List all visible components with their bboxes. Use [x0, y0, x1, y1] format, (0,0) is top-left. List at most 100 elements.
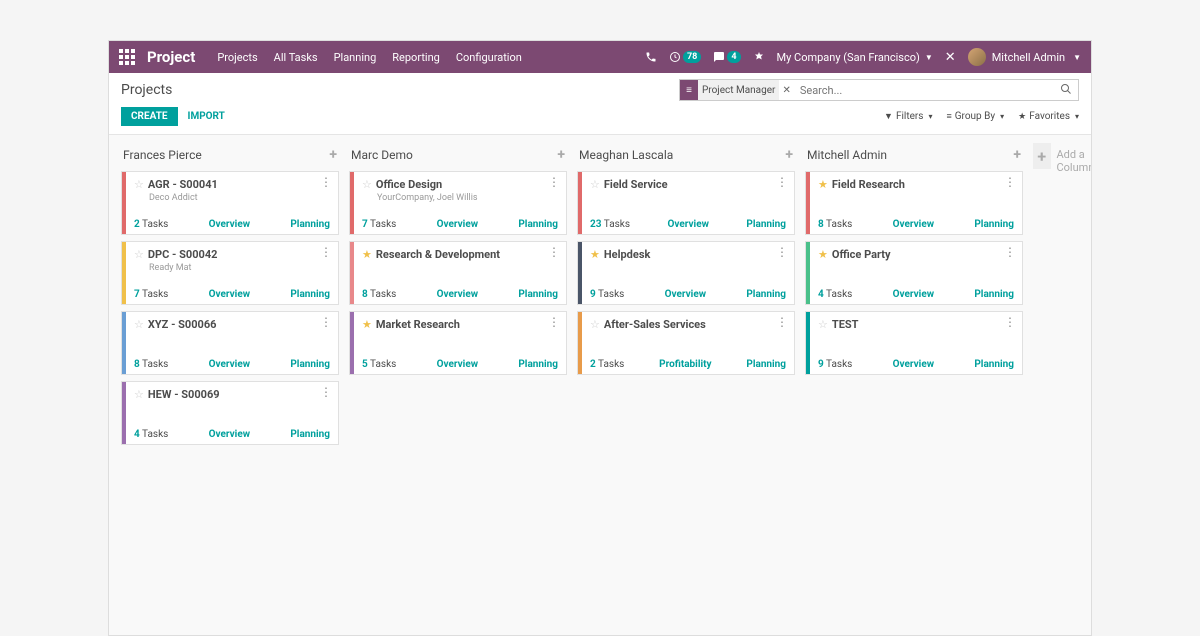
favorite-star[interactable]: ★ — [362, 248, 372, 261]
project-card[interactable]: ☆XYZ - S000668 TasksOverviewPlanning⋮ — [121, 311, 339, 375]
tasks-link[interactable]: 23 Tasks — [590, 219, 630, 230]
search-bar[interactable]: ≡ Project Manager ✕ — [679, 79, 1079, 101]
card-menu-icon[interactable]: ⋮ — [776, 176, 788, 188]
planning-link[interactable]: Planning — [974, 289, 1014, 300]
add-column-button[interactable]: + — [1033, 143, 1051, 169]
filters-dropdown[interactable]: ▼Filters▾ — [884, 111, 932, 122]
planning-link[interactable]: Planning — [518, 289, 558, 300]
card-menu-icon[interactable]: ⋮ — [776, 246, 788, 258]
phone-icon[interactable] — [645, 51, 657, 63]
nav-configuration[interactable]: Configuration — [456, 51, 522, 64]
planning-link[interactable]: Planning — [290, 289, 330, 300]
tasks-link[interactable]: 8 Tasks — [362, 289, 396, 300]
tasks-link[interactable]: 4 Tasks — [134, 429, 168, 440]
favorite-star[interactable]: ☆ — [590, 318, 600, 331]
overview-link[interactable]: Overview — [437, 359, 479, 370]
favorite-star[interactable]: ★ — [590, 248, 600, 261]
project-card[interactable]: ☆TEST9 TasksOverviewPlanning⋮ — [805, 311, 1023, 375]
tasks-link[interactable]: 9 Tasks — [590, 289, 624, 300]
messaging-icon[interactable]: 4 — [713, 51, 740, 63]
add-card-button[interactable]: + — [329, 147, 337, 163]
search-icon[interactable] — [1054, 83, 1078, 98]
favorite-star[interactable]: ☆ — [362, 178, 372, 191]
overview-link[interactable]: Overview — [437, 289, 479, 300]
card-menu-icon[interactable]: ⋮ — [320, 386, 332, 398]
planning-link[interactable]: Planning — [746, 219, 786, 230]
project-card[interactable]: ★Helpdesk9 TasksOverviewPlanning⋮ — [577, 241, 795, 305]
card-menu-icon[interactable]: ⋮ — [1004, 316, 1016, 328]
project-card[interactable]: ☆HEW - S000694 TasksOverviewPlanning⋮ — [121, 381, 339, 445]
filter-facet-remove[interactable]: ✕ — [779, 85, 793, 96]
project-card[interactable]: ☆Field Service23 TasksOverviewPlanning⋮ — [577, 171, 795, 235]
overview-link[interactable]: Overview — [667, 219, 709, 230]
apps-icon[interactable] — [119, 49, 135, 65]
tasks-link[interactable]: 5 Tasks — [362, 359, 396, 370]
overview-link[interactable]: Overview — [665, 289, 707, 300]
card-menu-icon[interactable]: ⋮ — [1004, 246, 1016, 258]
close-icon[interactable]: ✕ — [945, 50, 956, 65]
add-column-label[interactable]: Add a Column — [1057, 143, 1093, 174]
card-menu-icon[interactable]: ⋮ — [776, 316, 788, 328]
overview-link[interactable]: Overview — [893, 289, 935, 300]
project-card[interactable]: ☆AGR - S00041Deco Addict2 TasksOverviewP… — [121, 171, 339, 235]
project-card[interactable]: ☆DPC - S00042Ready Mat7 TasksOverviewPla… — [121, 241, 339, 305]
activity-icon[interactable]: 78 — [669, 51, 701, 63]
card-menu-icon[interactable]: ⋮ — [320, 246, 332, 258]
project-card[interactable]: ★Research & Development8 TasksOverviewPl… — [349, 241, 567, 305]
overview-link[interactable]: Overview — [209, 429, 251, 440]
user-menu[interactable]: Mitchell Admin ▼ — [968, 48, 1081, 66]
favorite-star[interactable]: ☆ — [590, 178, 600, 191]
add-card-button[interactable]: + — [557, 147, 565, 163]
planning-link[interactable]: Planning — [974, 219, 1014, 230]
nav-planning[interactable]: Planning — [334, 51, 377, 64]
tasks-link[interactable]: 2 Tasks — [134, 219, 168, 230]
groupby-dropdown[interactable]: ≡Group By▾ — [946, 111, 1004, 122]
favorite-star[interactable]: ★ — [818, 248, 828, 261]
planning-link[interactable]: Planning — [518, 219, 558, 230]
card-menu-icon[interactable]: ⋮ — [548, 246, 560, 258]
planning-link[interactable]: Planning — [746, 289, 786, 300]
favorite-star[interactable]: ☆ — [134, 248, 144, 261]
overview-link[interactable]: Overview — [437, 219, 479, 230]
favorite-star[interactable]: ☆ — [134, 178, 144, 191]
project-card[interactable]: ★Market Research5 TasksOverviewPlanning⋮ — [349, 311, 567, 375]
overview-link[interactable]: Overview — [893, 219, 935, 230]
favorite-star[interactable]: ☆ — [818, 318, 828, 331]
overview-link[interactable]: Overview — [209, 219, 251, 230]
add-card-button[interactable]: + — [1013, 147, 1021, 163]
favorite-star[interactable]: ☆ — [134, 318, 144, 331]
tasks-link[interactable]: 8 Tasks — [134, 359, 168, 370]
nav-reporting[interactable]: Reporting — [392, 51, 440, 64]
planning-link[interactable]: Planning — [290, 219, 330, 230]
favorite-star[interactable]: ★ — [818, 178, 828, 191]
tasks-link[interactable]: 9 Tasks — [818, 359, 852, 370]
tasks-link[interactable]: 8 Tasks — [818, 219, 852, 230]
project-card[interactable]: ★Office Party4 TasksOverviewPlanning⋮ — [805, 241, 1023, 305]
nav-projects[interactable]: Projects — [217, 51, 257, 64]
planning-link[interactable]: Planning — [974, 359, 1014, 370]
planning-link[interactable]: Planning — [746, 359, 786, 370]
card-menu-icon[interactable]: ⋮ — [320, 176, 332, 188]
create-button[interactable]: CREATE — [121, 107, 178, 126]
project-card[interactable]: ★Field Research8 TasksOverviewPlanning⋮ — [805, 171, 1023, 235]
planning-link[interactable]: Planning — [290, 429, 330, 440]
overview-link[interactable]: Overview — [209, 359, 251, 370]
tray-icon[interactable] — [753, 51, 765, 63]
card-menu-icon[interactable]: ⋮ — [320, 316, 332, 328]
planning-link[interactable]: Planning — [290, 359, 330, 370]
tasks-link[interactable]: 7 Tasks — [362, 219, 396, 230]
card-menu-icon[interactable]: ⋮ — [548, 316, 560, 328]
favorites-dropdown[interactable]: ★Favorites▾ — [1018, 111, 1079, 122]
tasks-link[interactable]: 7 Tasks — [134, 289, 168, 300]
nav-all-tasks[interactable]: All Tasks — [274, 51, 318, 64]
overview-link[interactable]: Overview — [893, 359, 935, 370]
import-button[interactable]: IMPORT — [188, 111, 225, 122]
profitability-link[interactable]: Profitability — [659, 359, 711, 370]
favorite-star[interactable]: ★ — [362, 318, 372, 331]
overview-link[interactable]: Overview — [209, 289, 251, 300]
company-selector[interactable]: My Company (San Francisco) ▼ — [777, 51, 933, 64]
card-menu-icon[interactable]: ⋮ — [548, 176, 560, 188]
add-card-button[interactable]: + — [785, 147, 793, 163]
tasks-link[interactable]: 4 Tasks — [818, 289, 852, 300]
favorite-star[interactable]: ☆ — [134, 388, 144, 401]
